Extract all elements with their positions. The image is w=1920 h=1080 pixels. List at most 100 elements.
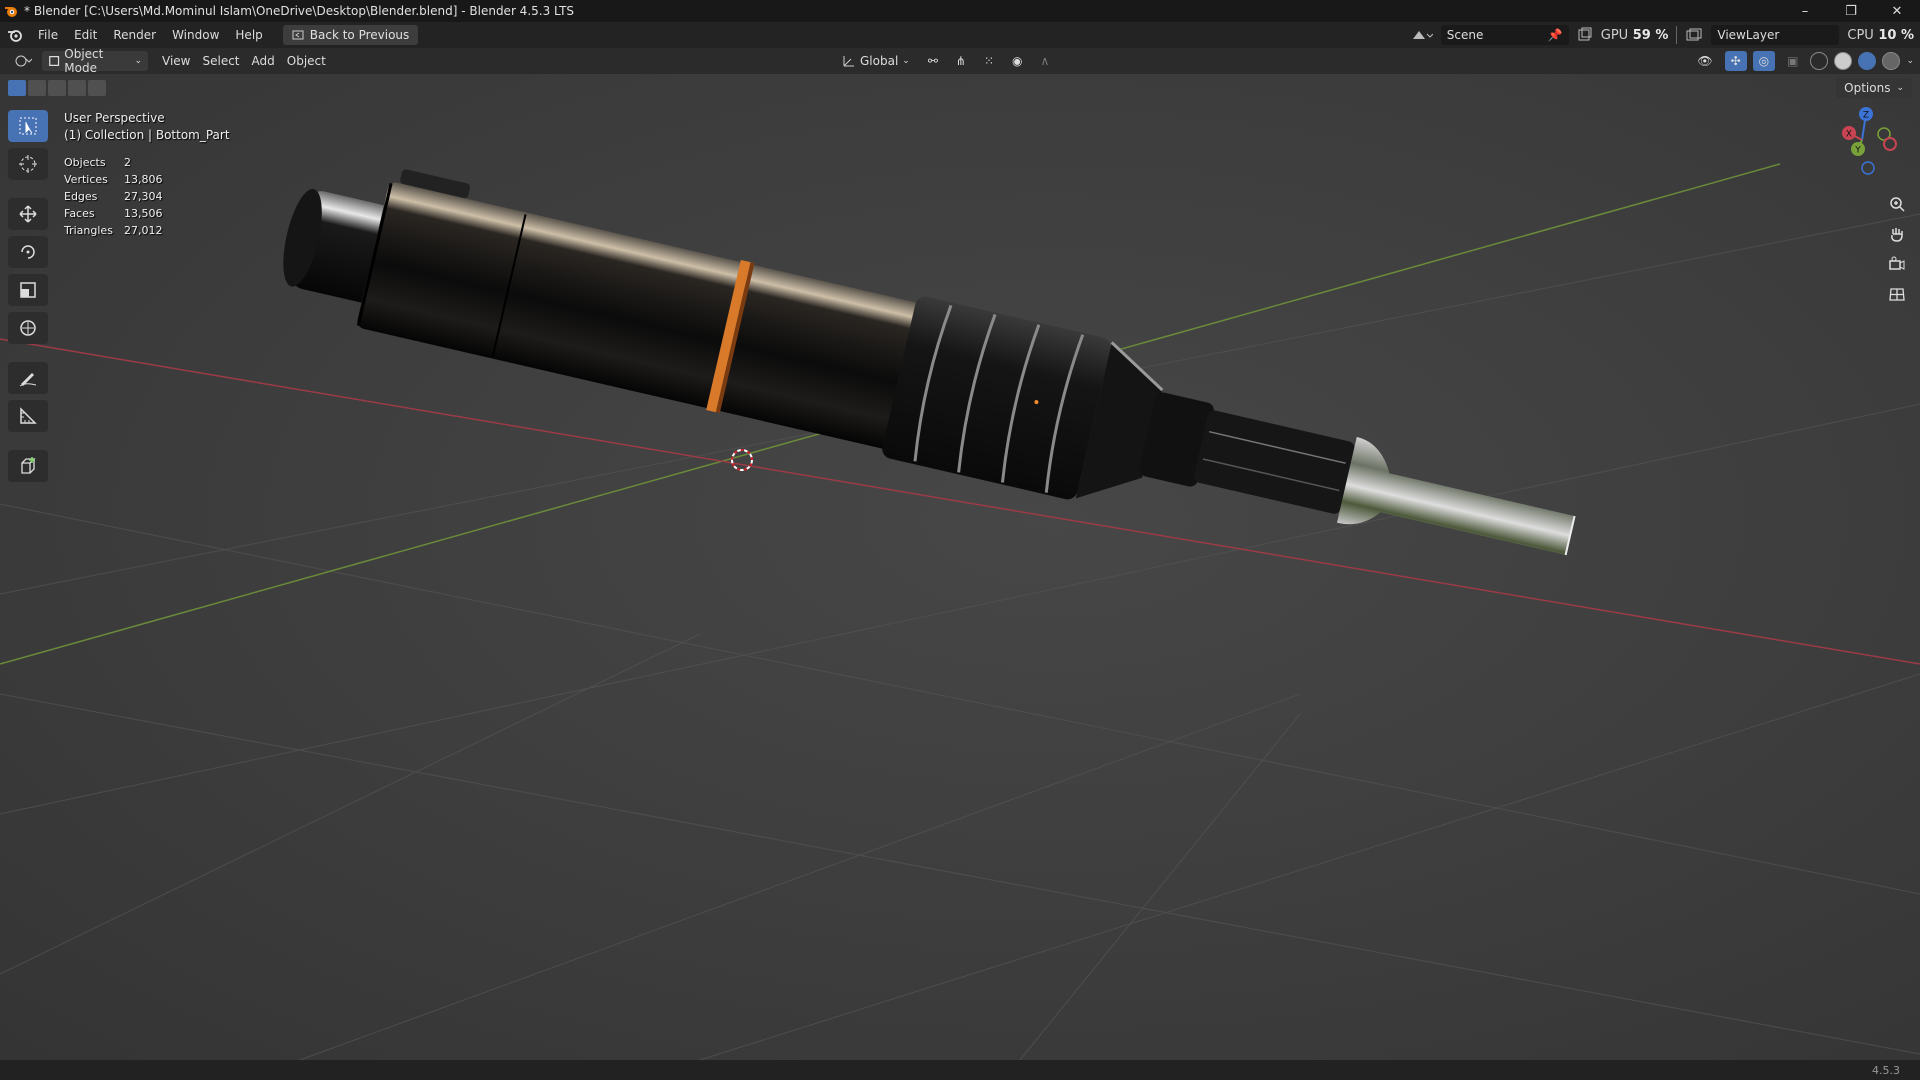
- xray-toggle-icon[interactable]: ▣: [1781, 51, 1804, 71]
- falloff-icon[interactable]: ∧: [1035, 51, 1056, 71]
- perspective-toggle-icon[interactable]: [1884, 282, 1910, 306]
- view-layer-selector[interactable]: ViewLayer: [1711, 25, 1840, 45]
- scale-tool[interactable]: [8, 274, 48, 306]
- minimize-button[interactable]: –: [1782, 0, 1828, 22]
- scene-icon[interactable]: [1411, 27, 1433, 43]
- view-layer-icon[interactable]: [1685, 27, 1703, 43]
- menu-window[interactable]: Window: [164, 28, 227, 42]
- cursor-arrow-icon: [19, 117, 37, 135]
- select-extend-icon[interactable]: [28, 80, 46, 96]
- gpu-usage: GPU 59 %: [1601, 28, 1669, 43]
- gizmo-neg-x[interactable]: [1883, 137, 1897, 151]
- camera-view-icon[interactable]: [1884, 252, 1910, 276]
- scene-render: [0, 146, 1920, 1060]
- measure-tool[interactable]: [8, 400, 48, 432]
- ruler-icon: [20, 407, 37, 424]
- editor-type-button[interactable]: [8, 51, 38, 71]
- back-to-previous-label: Back to Previous: [309, 28, 410, 42]
- options-dropdown[interactable]: Options ⌄: [1836, 78, 1912, 98]
- chevron-down-icon: ⌄: [1896, 83, 1904, 93]
- stat-row: Vertices 13,806: [64, 173, 163, 186]
- chevron-down-icon[interactable]: ⌄: [1906, 56, 1914, 66]
- stat-row: Triangles 27,012: [64, 224, 163, 237]
- gpu-value: 59 %: [1632, 27, 1669, 43]
- new-scene-icon[interactable]: [1577, 27, 1593, 43]
- pivot-point-icon[interactable]: ⚯: [922, 51, 944, 71]
- pan-hand-icon[interactable]: [1884, 222, 1910, 246]
- select-subtract-icon[interactable]: [48, 80, 66, 96]
- cpu-usage: CPU 10 %: [1847, 28, 1914, 43]
- chevron-down-icon: ⌄: [134, 56, 142, 66]
- mode-selector[interactable]: Object Mode ⌄: [42, 47, 148, 75]
- menu-render[interactable]: Render: [105, 28, 164, 42]
- scale-icon: [20, 282, 36, 298]
- snap-target-icon[interactable]: ⁙: [978, 51, 1000, 71]
- mode-label: Object Mode: [64, 47, 104, 75]
- select-new-icon[interactable]: [8, 80, 26, 96]
- rotate-tool[interactable]: [8, 236, 48, 268]
- menu-select[interactable]: Select: [196, 51, 245, 71]
- add-cube-tool[interactable]: [8, 450, 48, 482]
- transform-orientation-label: Global: [860, 54, 899, 68]
- 3d-viewport[interactable]: Options ⌄ User Perspective (1) Collectio…: [0, 74, 1920, 1060]
- pin-icon[interactable]: 📌: [1548, 28, 1563, 42]
- cpu-value: 10 %: [1878, 27, 1914, 43]
- gizmo-neg-z[interactable]: [1861, 161, 1875, 175]
- snap-icon[interactable]: ⋔: [950, 51, 972, 71]
- back-to-previous-button[interactable]: Back to Previous: [282, 25, 419, 45]
- gizmo-z-label: Z: [1863, 111, 1869, 121]
- menu-view[interactable]: View: [156, 51, 196, 71]
- selection-mode-buttons: [8, 80, 106, 96]
- rendered-shading-icon[interactable]: [1882, 52, 1901, 70]
- navigation-tools: [1884, 192, 1910, 306]
- 3d-viewport-icon: [15, 55, 32, 67]
- overlay-toggle-icon[interactable]: ◎: [1752, 51, 1776, 71]
- tattoo-machine-model[interactable]: [268, 146, 1591, 611]
- select-invert-icon[interactable]: [68, 80, 86, 96]
- scene-statistics: Objects 2 Vertices 13,806 Edges 27,304 Face…: [64, 154, 163, 239]
- menu-object[interactable]: Object: [281, 51, 332, 71]
- maximize-button[interactable]: ❐: [1828, 0, 1874, 22]
- viewport-header: Object Mode ⌄ View Select Add Object Glo…: [0, 47, 1920, 75]
- pencil-icon: [19, 373, 37, 387]
- material-preview-icon[interactable]: [1858, 52, 1877, 70]
- active-collection: (1) Collection | Bottom_Part: [64, 128, 230, 142]
- visibility-icon[interactable]: 👁: [1691, 51, 1718, 71]
- top-bar: File Edit Render Window Help Back to Pre…: [0, 22, 1920, 48]
- annotate-tool[interactable]: [8, 362, 48, 394]
- wireframe-shading-icon[interactable]: [1810, 52, 1829, 70]
- back-icon: [292, 30, 304, 40]
- menu-help[interactable]: Help: [227, 28, 270, 42]
- gizmo-x-label: X: [1846, 130, 1852, 140]
- move-tool[interactable]: [8, 198, 48, 230]
- view-layer-name: ViewLayer: [1717, 28, 1780, 42]
- select-box-tool[interactable]: [8, 110, 48, 142]
- 3d-cursor[interactable]: [731, 449, 753, 471]
- close-button[interactable]: ✕: [1874, 0, 1920, 22]
- transform-orientation-selector[interactable]: Global ⌄: [836, 51, 916, 71]
- proportional-edit-icon[interactable]: ◉: [1006, 51, 1028, 71]
- menu-edit[interactable]: Edit: [66, 28, 105, 42]
- object-mode-icon: [49, 56, 60, 66]
- gizmo-toggle-icon[interactable]: ✣: [1724, 51, 1747, 71]
- viewport-info: User Perspective (1) Collection | Bottom…: [64, 110, 230, 144]
- menu-file[interactable]: File: [30, 28, 66, 42]
- select-intersect-icon[interactable]: [88, 80, 106, 96]
- blender-menu-icon[interactable]: [0, 28, 30, 42]
- stat-row: Faces 13,506: [64, 207, 163, 220]
- navigation-gizmo[interactable]: Z X Y: [1832, 104, 1912, 184]
- move-icon: [19, 205, 37, 223]
- cpu-label: CPU: [1847, 27, 1874, 43]
- scene-name: Scene: [1446, 28, 1484, 42]
- solid-shading-icon[interactable]: [1834, 52, 1853, 70]
- window-title: * Blender [C:\Users\Md.Mominul Islam\One…: [24, 4, 575, 18]
- tool-shelf: [8, 110, 48, 482]
- menu-add[interactable]: Add: [246, 51, 281, 71]
- transform-tool[interactable]: [8, 312, 48, 344]
- scene-selector[interactable]: Scene 📌: [1440, 25, 1569, 45]
- cursor-tool[interactable]: [8, 148, 48, 180]
- 3d-cursor-icon: [19, 155, 37, 173]
- zoom-icon[interactable]: [1884, 192, 1910, 216]
- version-label: 4.5.3: [1872, 1063, 1900, 1077]
- view-name: User Perspective: [64, 111, 165, 125]
